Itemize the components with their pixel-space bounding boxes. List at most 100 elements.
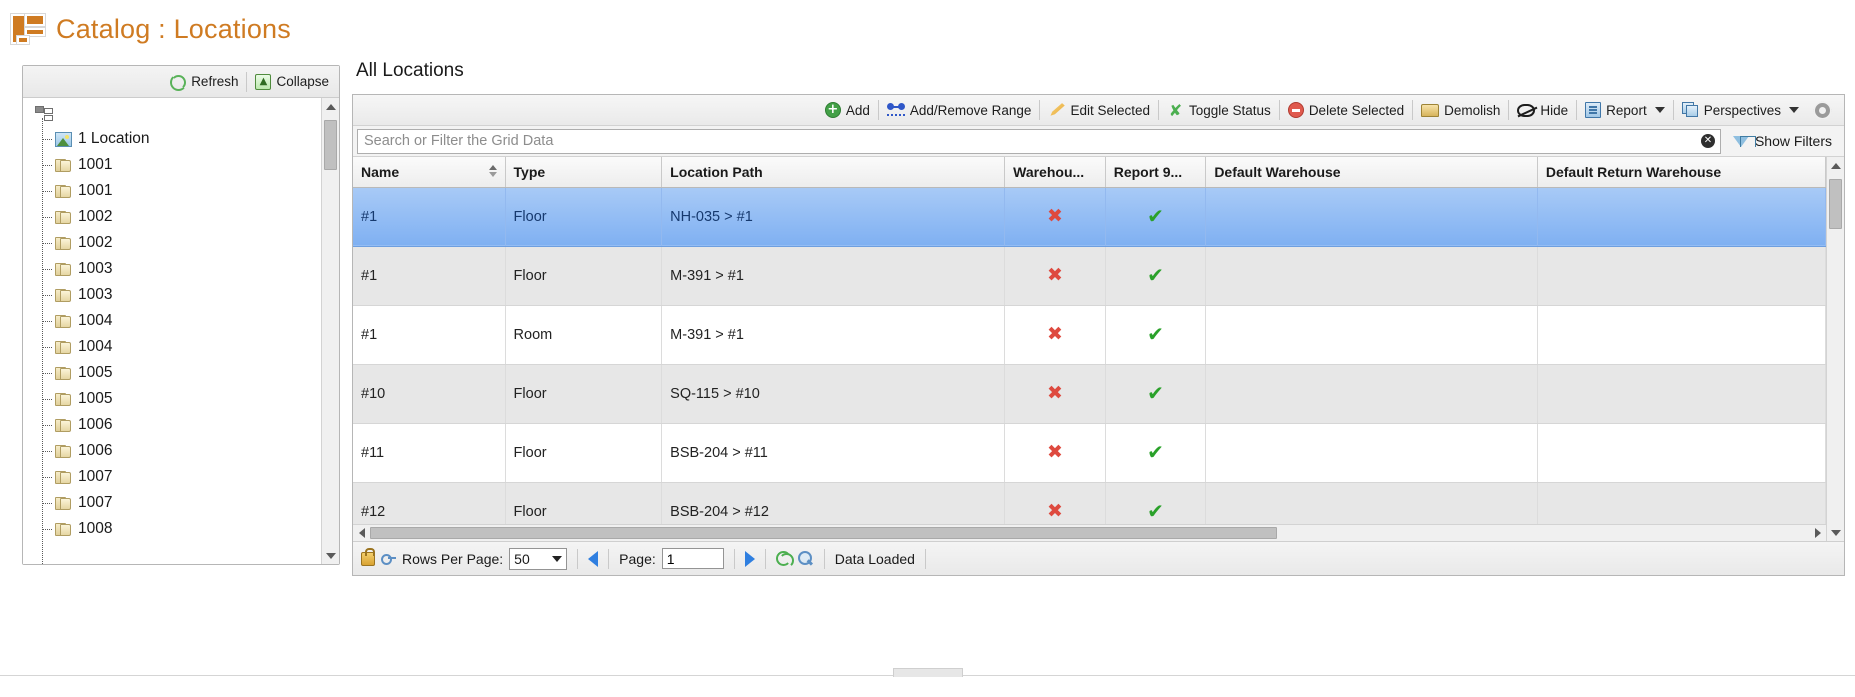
lock-icon[interactable] [361,552,375,566]
pager-separator [765,549,766,569]
scroll-up-icon[interactable] [322,98,339,115]
prev-page-icon[interactable] [588,551,598,567]
search-input[interactable] [358,130,1696,153]
column-header[interactable]: Warehou... [1005,157,1106,187]
rows-per-page-select[interactable]: 50 [509,548,567,570]
cell-default-return-warehouse [1537,364,1825,423]
tree-item[interactable]: 1007 [23,490,321,516]
page-input[interactable] [662,548,724,569]
column-header[interactable]: Report 9... [1105,157,1206,187]
scroll-left-icon[interactable] [353,525,370,541]
tree-collapse-button[interactable]: ▲ Collapse [247,68,337,96]
toolbar-button-edit-selected[interactable]: Edit Selected [1040,96,1158,124]
cross-icon: ✖ [1047,382,1063,404]
grid-horizontal-scrollbar[interactable] [353,524,1826,541]
toolbar-button-perspectives[interactable]: Perspectives [1674,96,1807,124]
tree-item[interactable]: 1007 [23,464,321,490]
toolbar-button-add-remove-range[interactable]: Add/Remove Range [879,96,1040,124]
tree-item[interactable]: 1005 [23,386,321,412]
tree-item[interactable]: 1002 [23,230,321,256]
scroll-thumb[interactable] [324,120,337,170]
table-row[interactable]: #12FloorBSB-204 > #12✖✔ [353,482,1826,524]
hscroll-track[interactable] [370,525,1809,541]
cell-location-path: BSB-204 > #11 [662,423,1005,482]
scroll-down-icon[interactable] [322,547,339,564]
tree-elbow [43,399,52,400]
tree-item-label: 1001 [78,182,112,200]
column-header[interactable]: Type [505,157,662,187]
tree-vertical-scrollbar[interactable] [321,98,339,564]
scroll-right-icon[interactable] [1809,525,1826,541]
toolbar-button-settings[interactable] [1807,96,1838,124]
tree-item[interactable]: 1001 [23,152,321,178]
tree-item-label: 1 Location [78,130,150,148]
scroll-down-icon[interactable] [1827,524,1844,541]
grid-vertical-scrollbar[interactable] [1826,157,1844,541]
tree-elbow [43,191,52,192]
toolbar-button-toggle-status[interactable]: ✘ Toggle Status [1159,96,1279,124]
tree-elbow [43,165,52,166]
tree-item-label: 1006 [78,442,112,460]
sort-arrows-icon[interactable] [489,165,497,177]
tree-elbow [43,321,52,322]
clear-search-button[interactable]: ✕ [1696,130,1720,153]
tree-item[interactable]: 1003 [23,256,321,282]
toolbar-button-report[interactable]: Report [1577,96,1673,124]
next-page-icon[interactable] [745,551,755,567]
magnify-icon[interactable] [798,551,814,567]
tree-item-label: 1004 [78,338,112,356]
resize-grip[interactable] [893,668,963,677]
cell-name: #12 [353,482,505,524]
cell-warehouse-flag: ✖ [1005,187,1106,246]
toolbar-label-add-remove-range: Add/Remove Range [910,103,1032,118]
table-row[interactable]: #1RoomM-391 > #1✖✔ [353,305,1826,364]
tree-item[interactable]: 1004 [23,334,321,360]
tree-item[interactable]: 1004 [23,308,321,334]
table-row[interactable]: #11FloorBSB-204 > #11✖✔ [353,423,1826,482]
toolbar-button-delete-selected[interactable]: Delete Selected [1280,96,1412,124]
column-header[interactable]: Location Path [662,157,1005,187]
toolbar-label-perspectives: Perspectives [1704,103,1781,118]
cell-name: #10 [353,364,505,423]
refresh-icon[interactable] [776,551,792,566]
tree-item-label: 1003 [78,286,112,304]
folder-icon [55,158,72,172]
toolbar-button-add[interactable]: + Add [817,96,878,124]
tree-item[interactable]: 1003 [23,282,321,308]
show-filters-button[interactable]: Show Filters [1725,133,1840,149]
tree-elbow [43,503,52,504]
column-header[interactable]: Name [353,157,505,187]
search-field-wrapper[interactable]: ✕ [357,129,1721,154]
column-header[interactable]: Default Warehouse [1206,157,1538,187]
toggle-status-icon: ✘ [1167,103,1184,118]
table-row[interactable]: #10FloorSQ-115 > #10✖✔ [353,364,1826,423]
cell-default-warehouse [1206,364,1538,423]
tree-item[interactable]: 1 Location [23,126,321,152]
hscroll-thumb[interactable] [370,527,1277,539]
cell-default-return-warehouse [1537,187,1825,246]
tree-item[interactable]: 1002 [23,204,321,230]
chevron-down-icon[interactable] [1655,107,1665,113]
scroll-up-icon[interactable] [1827,157,1844,174]
tree-elbow [43,243,52,244]
tree-refresh-button[interactable]: Refresh [162,68,246,96]
cell-warehouse-flag: ✖ [1005,364,1106,423]
folder-icon [55,184,72,198]
key-icon[interactable] [381,552,396,566]
tree-item[interactable]: 1005 [23,360,321,386]
tree-elbow [43,477,52,478]
table-row[interactable]: #1FloorNH-035 > #1✖✔ [353,187,1826,246]
tree-item[interactable]: 1001 [23,178,321,204]
folder-icon [55,470,72,484]
cell-report-flag: ✔ [1105,482,1206,524]
table-row[interactable]: #1FloorM-391 > #1✖✔ [353,246,1826,305]
toolbar-button-demolish[interactable]: Demolish [1413,96,1508,124]
chevron-down-icon[interactable] [1789,107,1799,113]
tree-item[interactable]: 1008 [23,516,321,542]
column-header[interactable]: Default Return Warehouse [1537,157,1825,187]
toolbar-button-hide[interactable]: Hide [1509,96,1576,124]
tree-item[interactable]: 1006 [23,438,321,464]
page-title: Catalog : Locations [56,14,291,45]
scroll-thumb[interactable] [1829,179,1842,229]
tree-item[interactable]: 1006 [23,412,321,438]
